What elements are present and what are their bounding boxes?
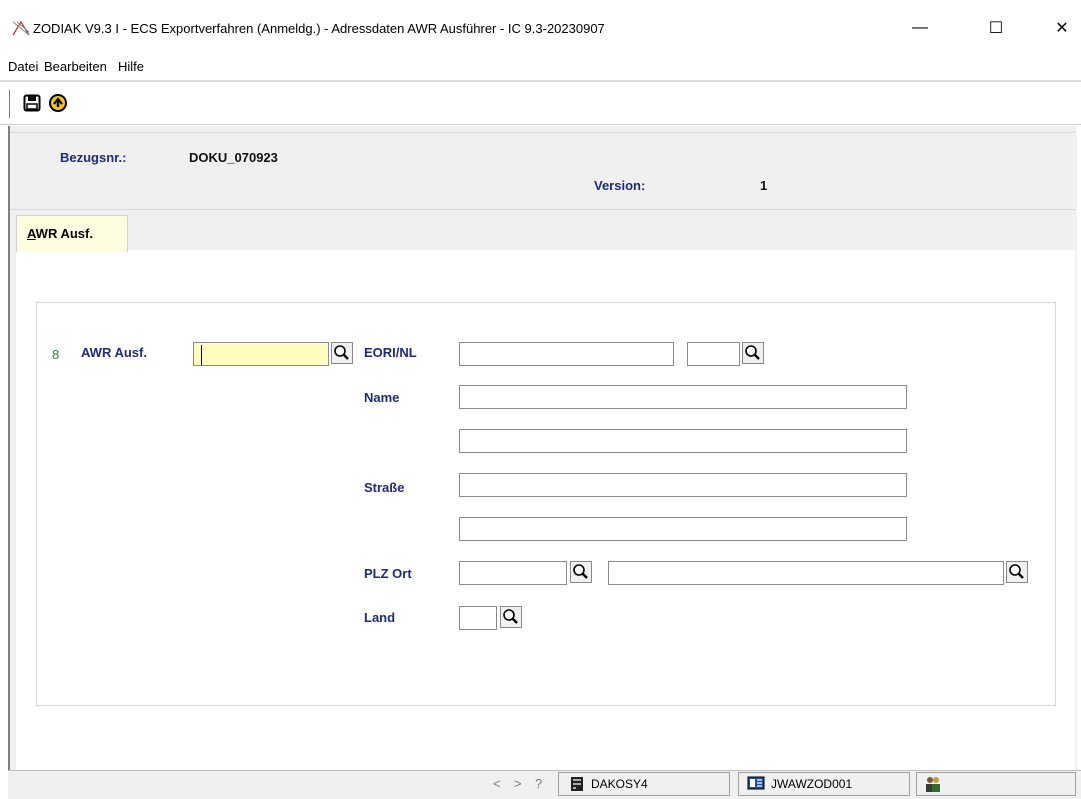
row-number: 8	[52, 347, 60, 362]
land-label: Land	[364, 610, 396, 625]
eori-input[interactable]	[459, 342, 674, 366]
bezugsnr-label: Bezugsnr.:	[60, 150, 127, 165]
nl-input[interactable]	[687, 342, 740, 366]
save-button[interactable]	[23, 94, 41, 112]
nav-next-button[interactable]: >	[514, 776, 522, 791]
title-bar: ZODIAK V9.3 I - ECS Exportverfahren (Anm…	[0, 0, 1081, 56]
menu-datei[interactable]: Datei	[8, 59, 38, 74]
nl-lookup-button[interactable]	[742, 342, 764, 364]
lookup-magnifier-icon	[742, 342, 764, 364]
exit-icon	[49, 94, 67, 112]
awr-lookup-button[interactable]	[331, 342, 353, 364]
server-name: DAKOSY4	[591, 777, 648, 791]
ort-lookup-button[interactable]	[1006, 561, 1028, 583]
station-cell: JWAWZOD001	[738, 772, 910, 796]
nav-prev-button[interactable]: <	[493, 776, 501, 791]
eori-label: EORI/NL	[364, 345, 417, 360]
strasse-label: Straße	[364, 480, 405, 495]
zodiak-logo-icon	[12, 20, 30, 36]
ort-input[interactable]	[608, 561, 1004, 585]
menu-bearbeiten[interactable]: Bearbeiten	[44, 59, 107, 74]
workstation-icon	[747, 776, 765, 790]
land-input[interactable]	[459, 606, 497, 630]
tab-awr-ausf[interactable]: AWR Ausf.	[16, 215, 128, 252]
strasse2-input[interactable]	[459, 517, 907, 541]
tab-label: AWR Ausf.	[27, 226, 93, 241]
nav-help-button[interactable]: ?	[535, 776, 542, 791]
server-icon	[571, 777, 583, 791]
station-name: JWAWZOD001	[771, 777, 853, 791]
toolbar	[0, 82, 1081, 125]
lookup-magnifier-icon	[331, 342, 353, 364]
lookup-magnifier-icon	[500, 606, 522, 628]
version-label: Version:	[594, 178, 646, 193]
lookup-magnifier-icon	[570, 561, 592, 583]
bezugsnr-value: DOKU_070923	[189, 150, 278, 165]
maximize-button[interactable]: ☐	[974, 14, 1018, 42]
users-icon	[926, 777, 940, 792]
save-icon	[23, 94, 41, 112]
close-button[interactable]: ✕	[1040, 14, 1081, 42]
awr-label: AWR Ausf.	[81, 345, 147, 360]
header-panel	[10, 132, 1075, 210]
version-value: 1	[760, 178, 768, 193]
exit-button[interactable]	[48, 93, 68, 113]
name-label: Name	[364, 390, 400, 405]
strasse1-input[interactable]	[459, 473, 907, 497]
awr-input[interactable]	[193, 342, 329, 366]
name2-input[interactable]	[459, 429, 907, 453]
window-title: ZODIAK V9.3 I - ECS Exportverfahren (Anm…	[33, 21, 605, 36]
users-cell	[916, 772, 1076, 796]
land-lookup-button[interactable]	[500, 606, 522, 628]
text-caret	[201, 345, 202, 365]
menu-hilfe[interactable]: Hilfe	[118, 59, 144, 74]
minimize-button[interactable]: —	[898, 14, 942, 42]
menu-bar: Datei Bearbeiten Hilfe	[0, 56, 1081, 82]
toolbar-separator	[9, 90, 10, 118]
lookup-magnifier-icon	[1006, 561, 1028, 583]
server-cell: DAKOSY4	[558, 772, 730, 796]
plz-lookup-button[interactable]	[570, 561, 592, 583]
plz-input[interactable]	[459, 561, 567, 585]
plz-label: PLZ Ort	[364, 566, 412, 581]
name1-input[interactable]	[459, 385, 907, 409]
